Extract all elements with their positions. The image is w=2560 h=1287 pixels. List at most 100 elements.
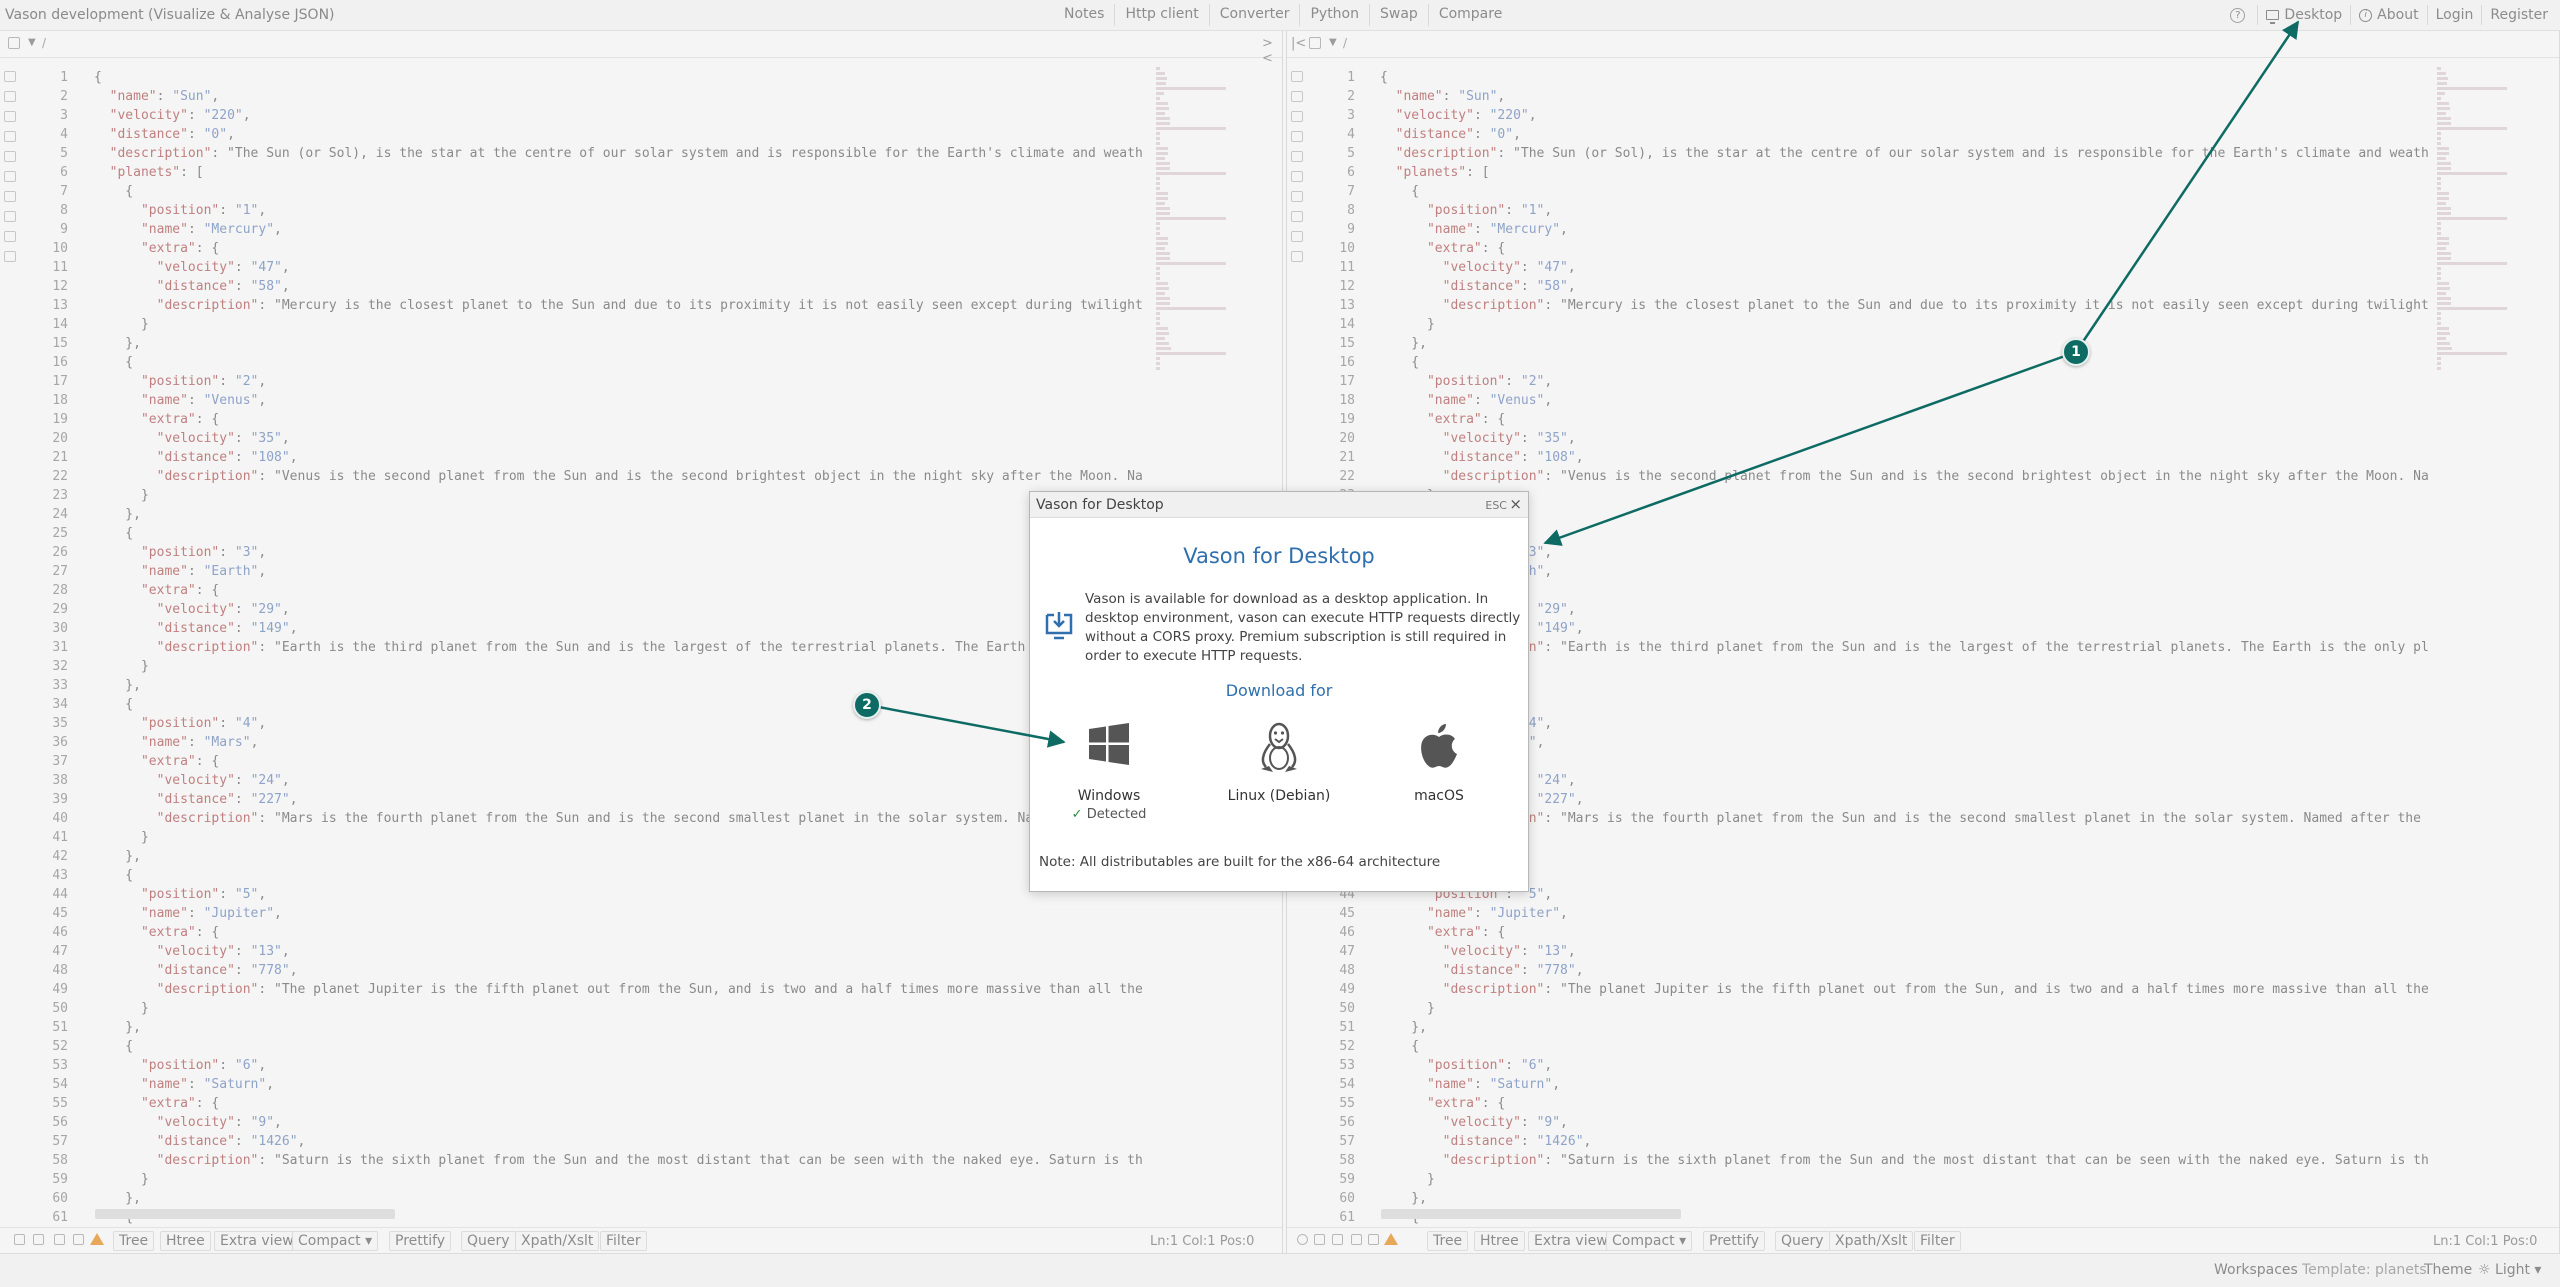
line-number: 1	[1347, 70, 1355, 85]
copy-icon[interactable]	[1291, 151, 1303, 162]
nav-converter[interactable]: Converter	[1210, 4, 1301, 26]
theme-button[interactable]: Theme	[2424, 1262, 2472, 1278]
code-line: }	[1380, 1172, 1435, 1187]
redo-icon[interactable]	[4, 91, 16, 102]
clear-icon[interactable]	[4, 251, 16, 262]
code-editor[interactable]: { "name": "Sun", "velocity": "220", "dis…	[94, 68, 1143, 1227]
filter-button[interactable]: Filter	[1914, 1231, 1961, 1251]
path-dropdown-icon[interactable]: ▼	[28, 37, 36, 48]
code-editor[interactable]: { "name": "Sun", "velocity": "220", "dis…	[1380, 68, 2429, 1227]
code-line: "description": "Earth is the third plane…	[156, 640, 1143, 655]
format-icon[interactable]	[4, 111, 16, 122]
code-line: "velocity": "47",	[156, 260, 290, 275]
query-button[interactable]: Query	[461, 1231, 516, 1251]
upload-icon[interactable]	[14, 1234, 25, 1245]
line-number: 38	[52, 773, 68, 788]
cut-icon[interactable]	[1291, 231, 1303, 242]
download-macos[interactable]: macOS	[1369, 722, 1509, 804]
prettify-button[interactable]: Prettify	[389, 1231, 452, 1251]
filter-button[interactable]: Filter	[600, 1231, 647, 1251]
nav-python[interactable]: Python	[1300, 4, 1370, 26]
light-theme-select[interactable]: ☼ Light ▾	[2478, 1262, 2541, 1278]
desktop-button[interactable]: Desktop	[2257, 5, 2350, 25]
login-button[interactable]: Login	[2426, 5, 2482, 25]
xpath-button[interactable]: Xpath/Xslt	[1829, 1231, 1914, 1251]
copy-icon[interactable]	[1309, 37, 1321, 49]
copy-icon[interactable]	[4, 151, 16, 162]
path-dropdown-icon[interactable]: ▼	[1329, 37, 1337, 48]
line-number: 57	[1339, 1134, 1355, 1149]
close-icon[interactable]: ×	[1509, 495, 1522, 513]
minimap-line	[2437, 272, 2441, 275]
xpath-button[interactable]: Xpath/Xslt	[515, 1231, 600, 1251]
extra-view-button[interactable]: Extra view	[214, 1231, 300, 1251]
nav-compare[interactable]: Compare	[1429, 4, 1513, 26]
code-line: "velocity": "47",	[1442, 260, 1576, 275]
minimap-line	[1156, 92, 1164, 95]
register-button[interactable]: Register	[2481, 5, 2556, 25]
checkbox-icon[interactable]	[1351, 1234, 1362, 1245]
download-icon[interactable]	[33, 1234, 44, 1245]
horizontal-scrollbar[interactable]	[1381, 1209, 1681, 1219]
workspaces-button[interactable]: Workspaces	[2214, 1262, 2298, 1278]
line-number: 12	[1339, 279, 1355, 294]
indent-icon[interactable]	[4, 211, 16, 222]
minimap-line	[1156, 332, 1169, 335]
download-windows[interactable]: Windows ✓ Detected	[1039, 722, 1179, 822]
clear-icon[interactable]	[1291, 251, 1303, 262]
line-number: 41	[52, 830, 68, 845]
expand-icon[interactable]	[4, 131, 16, 142]
line-number: 2	[1347, 89, 1355, 104]
database-icon[interactable]	[1368, 1234, 1379, 1245]
download-icon[interactable]	[1332, 1234, 1343, 1245]
sort-icon[interactable]	[1291, 191, 1303, 202]
sort-icon[interactable]	[4, 191, 16, 202]
horizontal-scrollbar[interactable]	[95, 1209, 395, 1219]
collapse-icon[interactable]: ><	[1262, 36, 1282, 66]
undo-icon[interactable]	[1291, 71, 1303, 82]
compact-select[interactable]: Compact ▾	[1606, 1231, 1693, 1251]
tree-button[interactable]: Tree	[1427, 1231, 1469, 1251]
line-number: 26	[52, 545, 68, 560]
minimap-line	[1156, 317, 1160, 320]
minimap-line	[2437, 112, 2446, 115]
nav-swap[interactable]: Swap	[1370, 4, 1429, 26]
minimap-line	[1156, 262, 1226, 265]
upload-icon[interactable]	[1314, 1234, 1325, 1245]
expand-icon[interactable]	[1291, 131, 1303, 142]
code-line: "description": "The Sun (or Sol), is the…	[1395, 146, 2429, 161]
checkbox-icon[interactable]	[54, 1234, 65, 1245]
about-button[interactable]: i About	[2350, 5, 2426, 25]
code-line: "name": "Mercury",	[1426, 222, 1568, 237]
help-icon[interactable]	[1297, 1234, 1308, 1245]
undo-icon[interactable]	[4, 71, 16, 82]
copy-icon[interactable]	[8, 37, 20, 49]
minimap[interactable]	[2437, 67, 2507, 667]
paste-icon[interactable]	[4, 171, 16, 182]
code-line: },	[94, 507, 141, 522]
nav-http-client[interactable]: Http client	[1115, 4, 1210, 26]
download-linux[interactable]: Linux (Debian)	[1209, 722, 1349, 804]
code-line: "name": "Jupiter",	[1426, 906, 1568, 921]
indent-icon[interactable]	[1291, 211, 1303, 222]
line-number: 54	[1339, 1077, 1355, 1092]
minimap-line	[1156, 342, 1170, 345]
cut-icon[interactable]	[4, 231, 16, 242]
nav-notes[interactable]: Notes	[1054, 4, 1116, 26]
prettify-button[interactable]: Prettify	[1703, 1231, 1766, 1251]
light-label: Light	[2495, 1262, 2530, 1278]
extra-view-button[interactable]: Extra view	[1528, 1231, 1614, 1251]
line-number: 56	[1339, 1115, 1355, 1130]
compact-select[interactable]: Compact ▾	[292, 1231, 379, 1251]
paste-icon[interactable]	[1291, 171, 1303, 182]
tree-button[interactable]: Tree	[113, 1231, 155, 1251]
code-line: "name": "Venus",	[1426, 393, 1553, 408]
query-button[interactable]: Query	[1775, 1231, 1830, 1251]
expand-panel-icon[interactable]: |<	[1291, 36, 1306, 51]
htree-button[interactable]: Htree	[1474, 1231, 1525, 1251]
htree-button[interactable]: Htree	[160, 1231, 211, 1251]
redo-icon[interactable]	[1291, 91, 1303, 102]
format-icon[interactable]	[1291, 111, 1303, 122]
database-icon[interactable]	[73, 1234, 84, 1245]
help-icon[interactable]: ?	[2230, 7, 2246, 23]
